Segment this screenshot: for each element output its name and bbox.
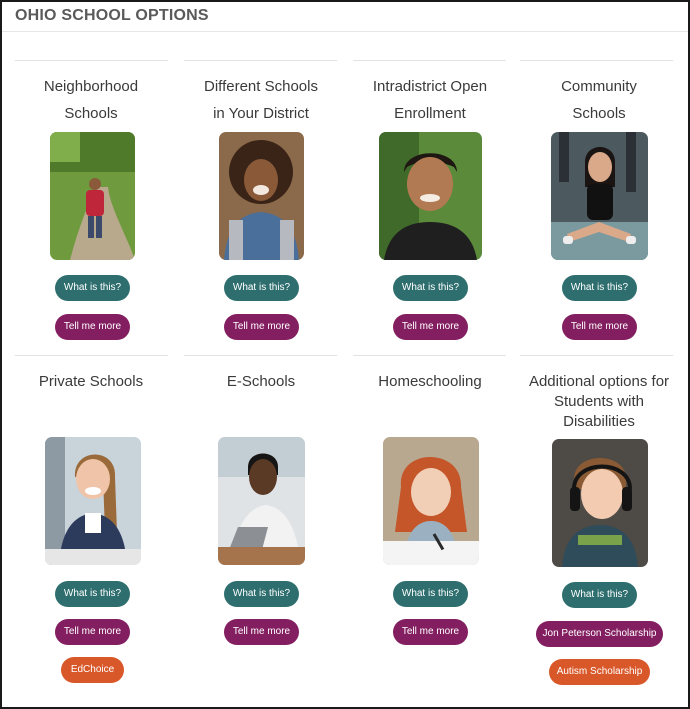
card-divider [15,355,168,356]
smiling-girl-photo [219,132,304,260]
laughing-girl-in-class-photo [45,437,141,565]
tell-me-more-button[interactable]: Tell me more [393,314,468,340]
tell-me-more-button[interactable]: Tell me more [562,314,637,340]
tell-me-more-button[interactable]: Tell me more [55,619,130,645]
card-divider [184,60,337,61]
card-title: Different Schools in Your District [204,78,318,122]
tell-me-more-button[interactable]: Tell me more [55,314,130,340]
card-title: Community Schools [561,78,637,122]
what-is-this-button[interactable]: What is this? [55,581,130,607]
card-divider [520,355,673,356]
card-divider [353,355,506,356]
girl-writing-photo [383,437,479,565]
what-is-this-button[interactable]: What is this? [224,581,299,607]
what-is-this-button[interactable]: What is this? [393,581,468,607]
card-title: Homeschooling [378,373,482,390]
what-is-this-button[interactable]: What is this? [224,275,299,301]
student-at-laptop-photo [218,437,305,565]
card-title: Additional options for Students with Dis… [528,373,670,430]
what-is-this-button[interactable]: What is this? [562,275,637,301]
tell-me-more-button[interactable]: Tell me more [224,619,299,645]
card-title: Intradistrict Open Enrollment [372,78,488,122]
boy-with-headphones-photo [552,439,648,567]
card-divider [15,60,168,61]
title-divider [2,31,688,32]
page-title: OHIO SCHOOL OPTIONS [15,7,209,24]
jon-peterson-scholarship-button[interactable]: Jon Peterson Scholarship [536,621,663,647]
school-options-panel: OHIO SCHOOL OPTIONS Neighborhood Schools… [0,0,690,709]
card-divider [353,60,506,61]
card-divider [520,60,673,61]
what-is-this-button[interactable]: What is this? [562,582,637,608]
tell-me-more-button[interactable]: Tell me more [224,314,299,340]
girl-sitting-on-floor-photo [551,132,648,260]
what-is-this-button[interactable]: What is this? [55,275,130,301]
edchoice-button[interactable]: EdChoice [61,657,124,683]
child-walking-on-path-photo [50,132,135,260]
smiling-boy-photo [379,132,482,260]
card-divider [184,355,337,356]
autism-scholarship-button[interactable]: Autism Scholarship [549,659,650,685]
card-title: E-Schools [226,373,296,390]
tell-me-more-button[interactable]: Tell me more [393,619,468,645]
card-title: Neighborhood Schools [43,78,139,122]
card-title: Private Schools [38,373,144,390]
what-is-this-button[interactable]: What is this? [393,275,468,301]
